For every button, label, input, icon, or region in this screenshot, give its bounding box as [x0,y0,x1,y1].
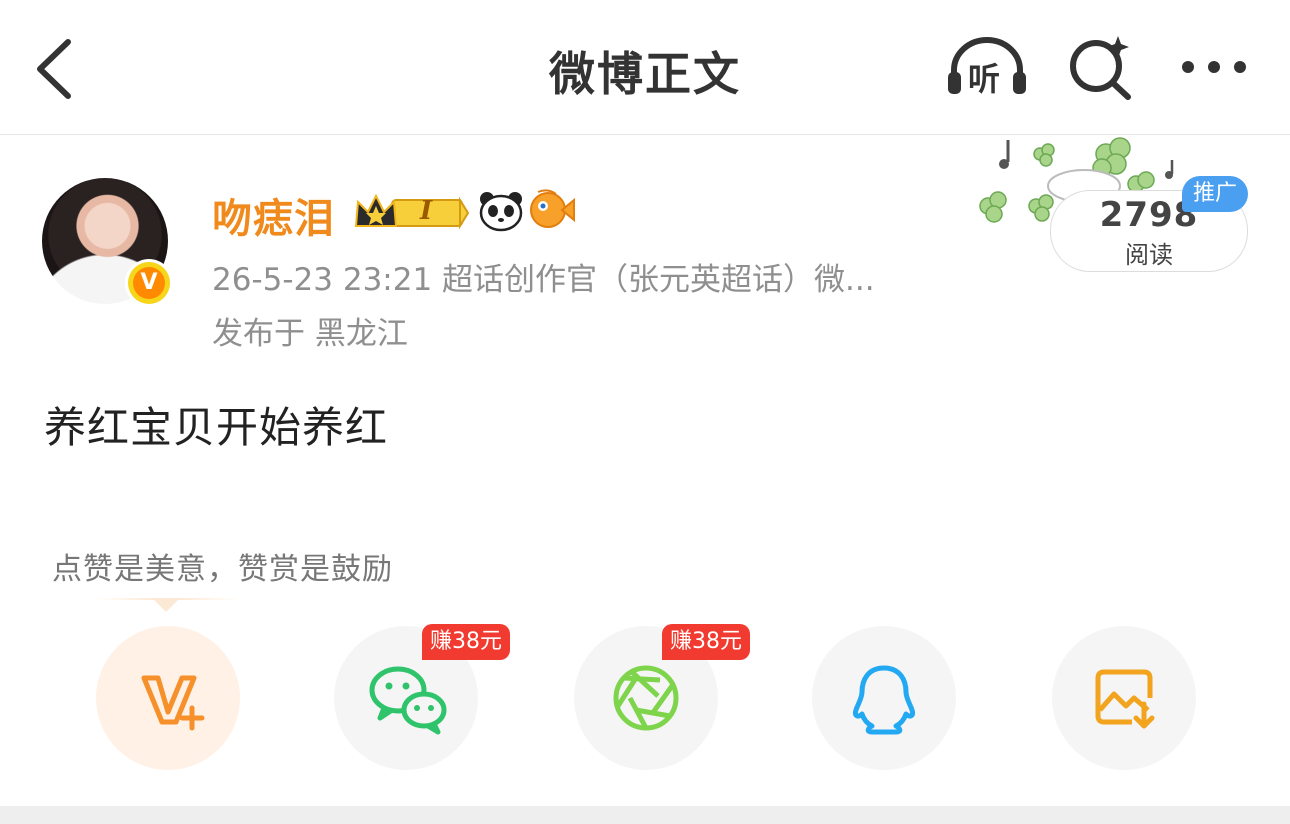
qq-icon [853,665,915,735]
listen-label: 听 [968,60,1001,98]
post-content: 养红宝贝开始养红 [44,403,389,452]
wechat-earn-badge: 赚38元 [422,624,510,660]
v-plus-icon [141,675,205,731]
post-meta-line: 26-5-23 23:21 超话创作官（张元英超话）微... [212,262,875,298]
share-qq-button[interactable] [812,626,956,770]
verified-v-label: V [133,267,165,299]
save-image-button[interactable] [1052,626,1196,770]
tip-arrow [152,598,180,612]
panda-icon [479,192,523,232]
crown-icon [354,193,470,230]
promo-badge[interactable]: 推广 [1182,176,1248,212]
save-image-icon [1095,669,1155,729]
username[interactable]: 吻痣泪 [212,186,335,244]
listen-button[interactable]: 听 [944,36,1030,100]
read-count-label: 阅读 [1125,241,1173,269]
reward-button[interactable] [96,626,240,770]
footer-divider [0,806,1290,824]
vip-level-label: I [420,196,433,226]
post-location: 发布于 黑龙江 [212,316,408,352]
reward-tip: 点赞是美意，赞赏是鼓励 [52,552,393,587]
more-icon[interactable] [1178,56,1250,78]
verified-badge: V [128,262,170,304]
moments-earn-badge: 赚38元 [662,624,750,660]
search-icon[interactable] [1066,34,1136,100]
fish-icon [530,189,575,228]
